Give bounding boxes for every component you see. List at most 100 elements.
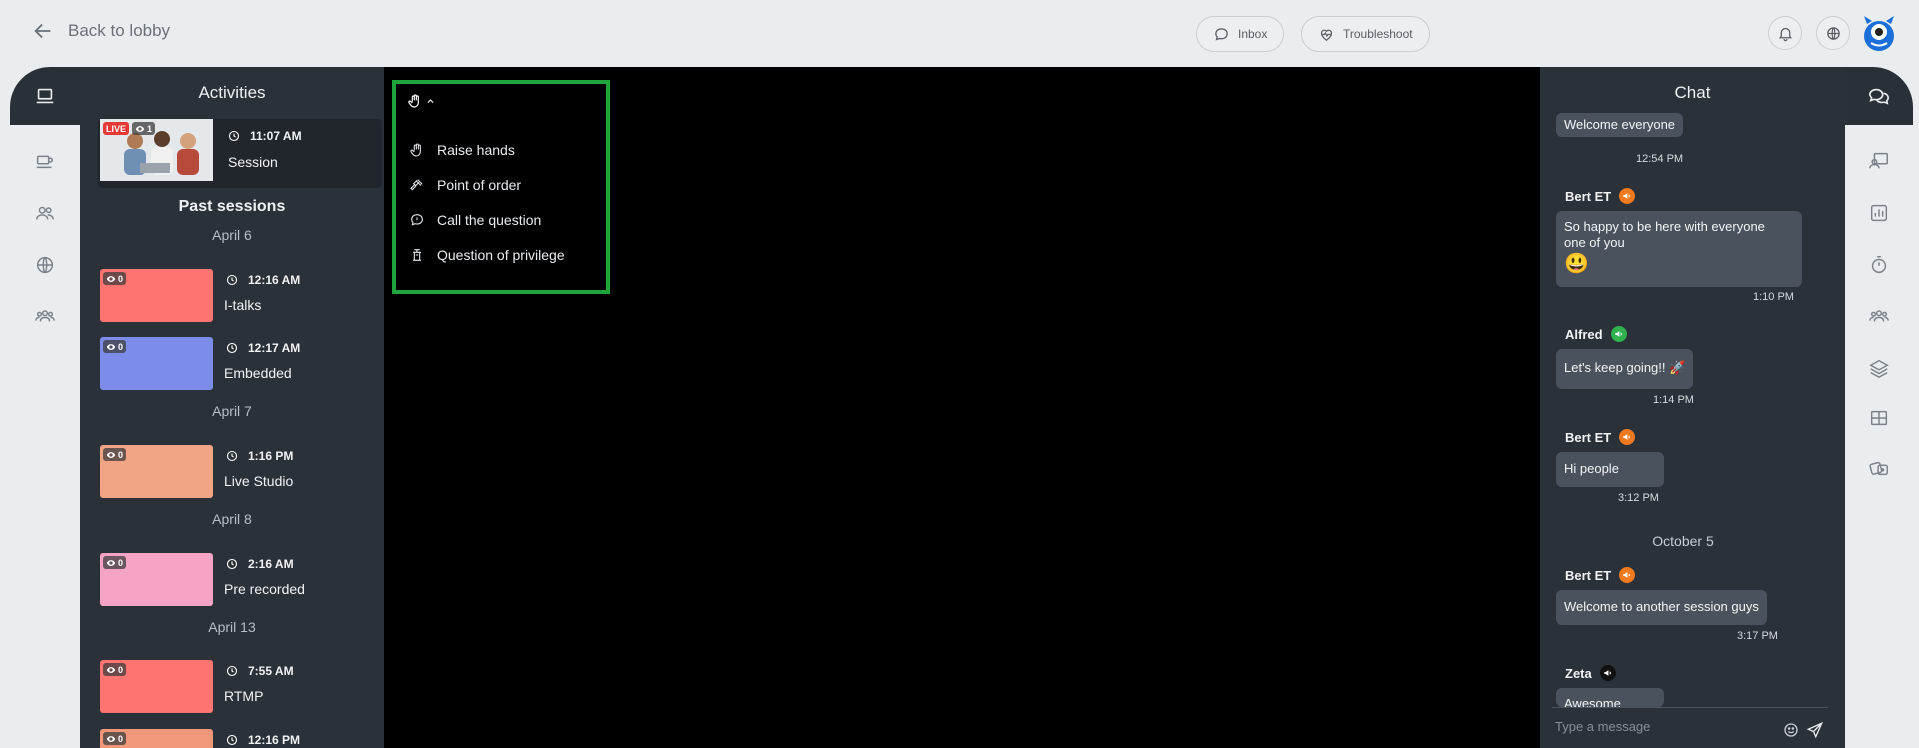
- smiley-emoji: 😃: [1564, 253, 1589, 275]
- viewer-count-badge: 0: [103, 556, 127, 569]
- nav-groups[interactable]: [1859, 300, 1899, 332]
- session-name[interactable]: Pre recorded: [224, 581, 305, 597]
- inbox-button[interactable]: Inbox: [1196, 16, 1285, 52]
- troubleshoot-button[interactable]: Troubleshoot: [1301, 16, 1430, 52]
- back-label: Back to lobby: [68, 21, 171, 40]
- user-avatar[interactable]: [1860, 14, 1898, 52]
- session-time: 7:55 AM: [226, 664, 294, 678]
- timer-icon: [1871, 256, 1887, 274]
- language-button[interactable]: [1816, 16, 1850, 50]
- session-name[interactable]: Live Studio: [224, 473, 293, 489]
- laptop-icon: [36, 88, 54, 104]
- table-icon: [1870, 410, 1888, 426]
- chat-bubble-icon: [1215, 27, 1228, 40]
- hand-menu-toggle[interactable]: [407, 93, 435, 109]
- chat-author: Bert ET: [1565, 188, 1636, 204]
- nav-timer[interactable]: [1859, 249, 1899, 281]
- chat-time: 3:17 PM: [1737, 630, 1778, 642]
- chat-time: 3:12 PM: [1618, 492, 1659, 504]
- left-nav: [10, 67, 80, 748]
- clock-icon: [226, 342, 238, 354]
- clock-icon: [226, 665, 238, 677]
- clock-icon: [228, 130, 240, 142]
- megaphone-icon: [1610, 326, 1627, 342]
- menu-point-of-order[interactable]: Point of order: [409, 177, 521, 193]
- chat-input-bar: [1552, 707, 1828, 748]
- chat-title: Chat: [1674, 83, 1711, 102]
- nav-globe[interactable]: [25, 249, 65, 281]
- nav-layers[interactable]: [1859, 352, 1899, 384]
- eye-icon: [106, 343, 116, 350]
- group-icon: [1869, 310, 1889, 322]
- chat-bubble: Welcome to another session guys: [1556, 590, 1767, 625]
- chat-time: 1:10 PM: [1753, 291, 1794, 303]
- megaphone-icon: [1599, 665, 1616, 681]
- heart-pulse-icon: [1320, 29, 1333, 41]
- session-time: 1:16 PM: [226, 449, 293, 463]
- globe-icon: [1826, 26, 1840, 40]
- eye-icon: [106, 735, 116, 742]
- chat-date-divider: October 5: [1652, 533, 1714, 549]
- emoji-icon[interactable]: [1782, 721, 1800, 739]
- nav-chat[interactable]: [1859, 80, 1899, 112]
- nav-activities[interactable]: [25, 80, 65, 112]
- troubleshoot-label: Troubleshoot: [1343, 27, 1413, 41]
- hand-icon: [408, 94, 419, 108]
- nav-table[interactable]: [1859, 402, 1899, 434]
- date-heading: April 6: [212, 227, 252, 243]
- games-icon: [1869, 461, 1888, 476]
- notifications-button[interactable]: [1768, 16, 1802, 50]
- menu-call-the-question[interactable]: Call the question: [409, 212, 541, 228]
- activities-title: Activities: [198, 83, 266, 102]
- menu-raise-hands[interactable]: Raise hands: [409, 142, 515, 158]
- group-icon: [35, 310, 55, 322]
- session-name[interactable]: I-talks: [224, 297, 261, 313]
- poll-icon: [1870, 204, 1888, 222]
- nav-groups[interactable]: [25, 300, 65, 332]
- past-sessions-title: Past sessions: [178, 198, 286, 215]
- people-icon: [36, 206, 54, 220]
- session-time: 2:16 AM: [226, 557, 294, 571]
- gavel-icon: [410, 179, 423, 191]
- nav-lounge[interactable]: [25, 145, 65, 177]
- eye-icon: [106, 666, 116, 673]
- chat-bubble: Hi people: [1556, 452, 1664, 487]
- date-heading: April 8: [212, 511, 252, 527]
- nav-games[interactable]: [1859, 452, 1899, 484]
- viewer-count-badge: 0: [103, 272, 127, 285]
- viewer-count-badge: 1: [132, 122, 156, 135]
- globe-icon: [36, 256, 54, 274]
- video-stage: Raise hands Point of order Call the ques…: [384, 67, 1540, 748]
- raise-hand-menu: Raise hands Point of order Call the ques…: [392, 80, 610, 294]
- menu-question-of-privilege[interactable]: Question of privilege: [409, 247, 565, 263]
- nav-polls[interactable]: [1859, 197, 1899, 229]
- layers-icon: [1869, 359, 1889, 379]
- megaphone-icon: [1619, 429, 1636, 445]
- inbox-label: Inbox: [1238, 27, 1268, 41]
- megaphone-icon: [1619, 567, 1636, 583]
- viewer-count-badge: 0: [103, 448, 127, 461]
- session-name[interactable]: RTMP: [224, 688, 263, 704]
- coffee-icon: [36, 155, 54, 169]
- chat-author: Bert ET: [1565, 429, 1636, 445]
- viewer-count-badge: 0: [103, 340, 127, 353]
- chat-author: Zeta: [1565, 665, 1616, 681]
- session-time: 12:17 AM: [226, 341, 300, 355]
- chat-time: 1:14 PM: [1653, 394, 1694, 406]
- nav-people[interactable]: [25, 197, 65, 229]
- back-to-lobby-link[interactable]: Back to lobby: [32, 20, 170, 42]
- chat-bubble: Welcome everyone: [1556, 113, 1684, 137]
- nav-presenter[interactable]: [1859, 145, 1899, 177]
- live-badge: LIVE: [103, 122, 130, 135]
- live-session-card[interactable]: LIVE 1 11:07 AM Session: [98, 119, 382, 188]
- chat-bubble: Awesome: [1556, 688, 1664, 707]
- eye-icon: [106, 559, 116, 566]
- chat-message-input[interactable]: [1555, 719, 1775, 734]
- session-name[interactable]: Embedded: [224, 365, 292, 381]
- chat-bubble: So happy to be here with everyone one of…: [1556, 211, 1802, 287]
- chat-author: Alfred: [1565, 326, 1627, 342]
- send-icon[interactable]: [1806, 721, 1824, 739]
- right-nav: [1845, 67, 1913, 748]
- live-session-time: 11:07 AM: [228, 129, 302, 143]
- date-heading: April 13: [208, 619, 256, 635]
